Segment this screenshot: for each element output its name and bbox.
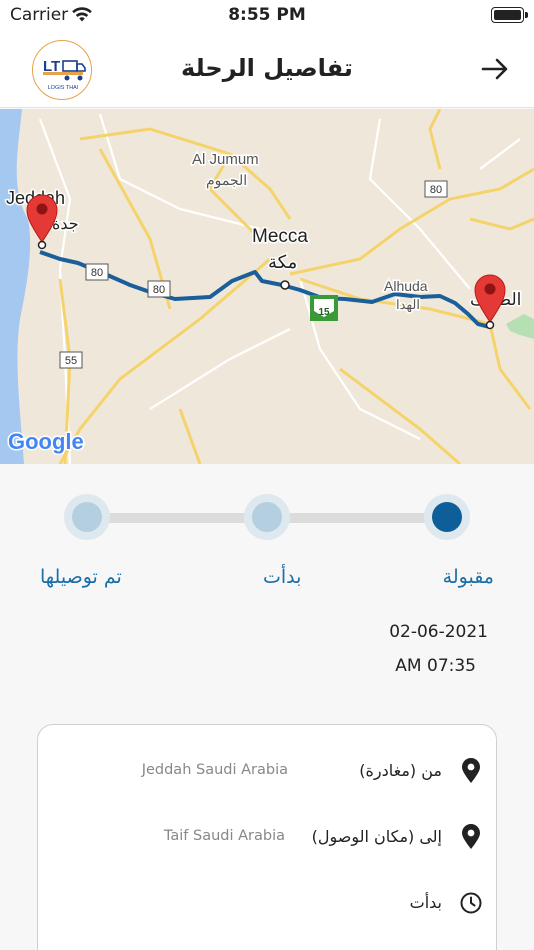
svg-text:15: 15 (318, 307, 330, 318)
trip-details-card: من (مغادرة) Jeddah Saudi Arabia إلى (مكا… (37, 724, 497, 950)
status-label: بدأت (409, 893, 442, 912)
label-alhuda-en: Alhuda (384, 278, 428, 294)
label-jumum-en: Al Jumum (192, 151, 259, 168)
road-shield-55: 55 (59, 351, 83, 369)
svg-text:80: 80 (430, 184, 442, 196)
location-pin-icon (462, 824, 480, 849)
step-label-started: بدأت (263, 566, 302, 588)
trip-date: 02-06-2021 (389, 622, 488, 642)
trip-status-stepper (0, 494, 534, 542)
location-pin-icon (462, 758, 480, 783)
svg-text:80: 80 (91, 267, 103, 279)
origin-pin-icon (26, 194, 58, 250)
step-dot-delivered (64, 494, 110, 540)
destination-row: إلى (مكان الوصول) Taif Saudi Arabia (38, 822, 498, 852)
clock-time: 8:55 PM (228, 5, 306, 25)
status-row: بدأت (38, 888, 498, 918)
clock-icon (460, 892, 482, 914)
battery-icon (491, 7, 528, 23)
origin-label: من (مغادرة) (359, 761, 442, 780)
route-map[interactable]: 80 80 80 55 15 Jeddah جدة Al Jumum الجمو… (0, 109, 534, 464)
sea-area (0, 109, 31, 464)
label-alhuda-ar: الهدا (396, 297, 420, 313)
step-label-delivered: تم توصيلها (40, 566, 122, 588)
label-mecca-en: Mecca (252, 226, 308, 247)
svg-text:80: 80 (153, 284, 165, 296)
minor-roads (38, 113, 521, 464)
waypoint-dot (280, 280, 290, 290)
label-mecca-ar: مكة (268, 252, 297, 272)
logo-subtext: LOGIS THAI (48, 85, 79, 91)
label-jeddah-ar: جدة (52, 216, 79, 233)
destination-value: Taif Saudi Arabia (163, 828, 285, 844)
place-labels: Jeddah جدة Al Jumum الجموم Mecca مكة Alh… (5, 150, 523, 315)
step-dot-started (244, 494, 290, 540)
origin-row: من (مغادرة) Jeddah Saudi Arabia (38, 756, 498, 786)
back-arrow-icon[interactable] (478, 52, 512, 86)
road-shield-80c: 80 (424, 180, 448, 198)
page-title: تفاصيل الرحلة (181, 54, 353, 82)
step-label-accepted: مقبولة (442, 566, 494, 588)
step-dot-accepted (424, 494, 470, 540)
road-shield-80b: 80 (147, 280, 171, 298)
destination-label: إلى (مكان الوصول) (311, 827, 442, 846)
trip-time: AM 07:35 (395, 656, 476, 676)
label-jumum-ar: الجموم (206, 172, 247, 189)
google-logo: Google (8, 429, 84, 454)
park-area (506, 314, 534, 339)
status-bar: Carrier 8:55 PM (0, 0, 534, 30)
origin-value: Jeddah Saudi Arabia (141, 762, 288, 778)
app-header: LT LOGIS THAI تفاصيل الرحلة (0, 30, 534, 108)
map-canvas: 80 80 80 55 15 Jeddah جدة Al Jumum الجمو… (0, 109, 534, 464)
svg-text:55: 55 (65, 355, 77, 367)
road-shield-80a: 80 (85, 263, 109, 281)
road-shield-15: 15 (310, 295, 338, 321)
